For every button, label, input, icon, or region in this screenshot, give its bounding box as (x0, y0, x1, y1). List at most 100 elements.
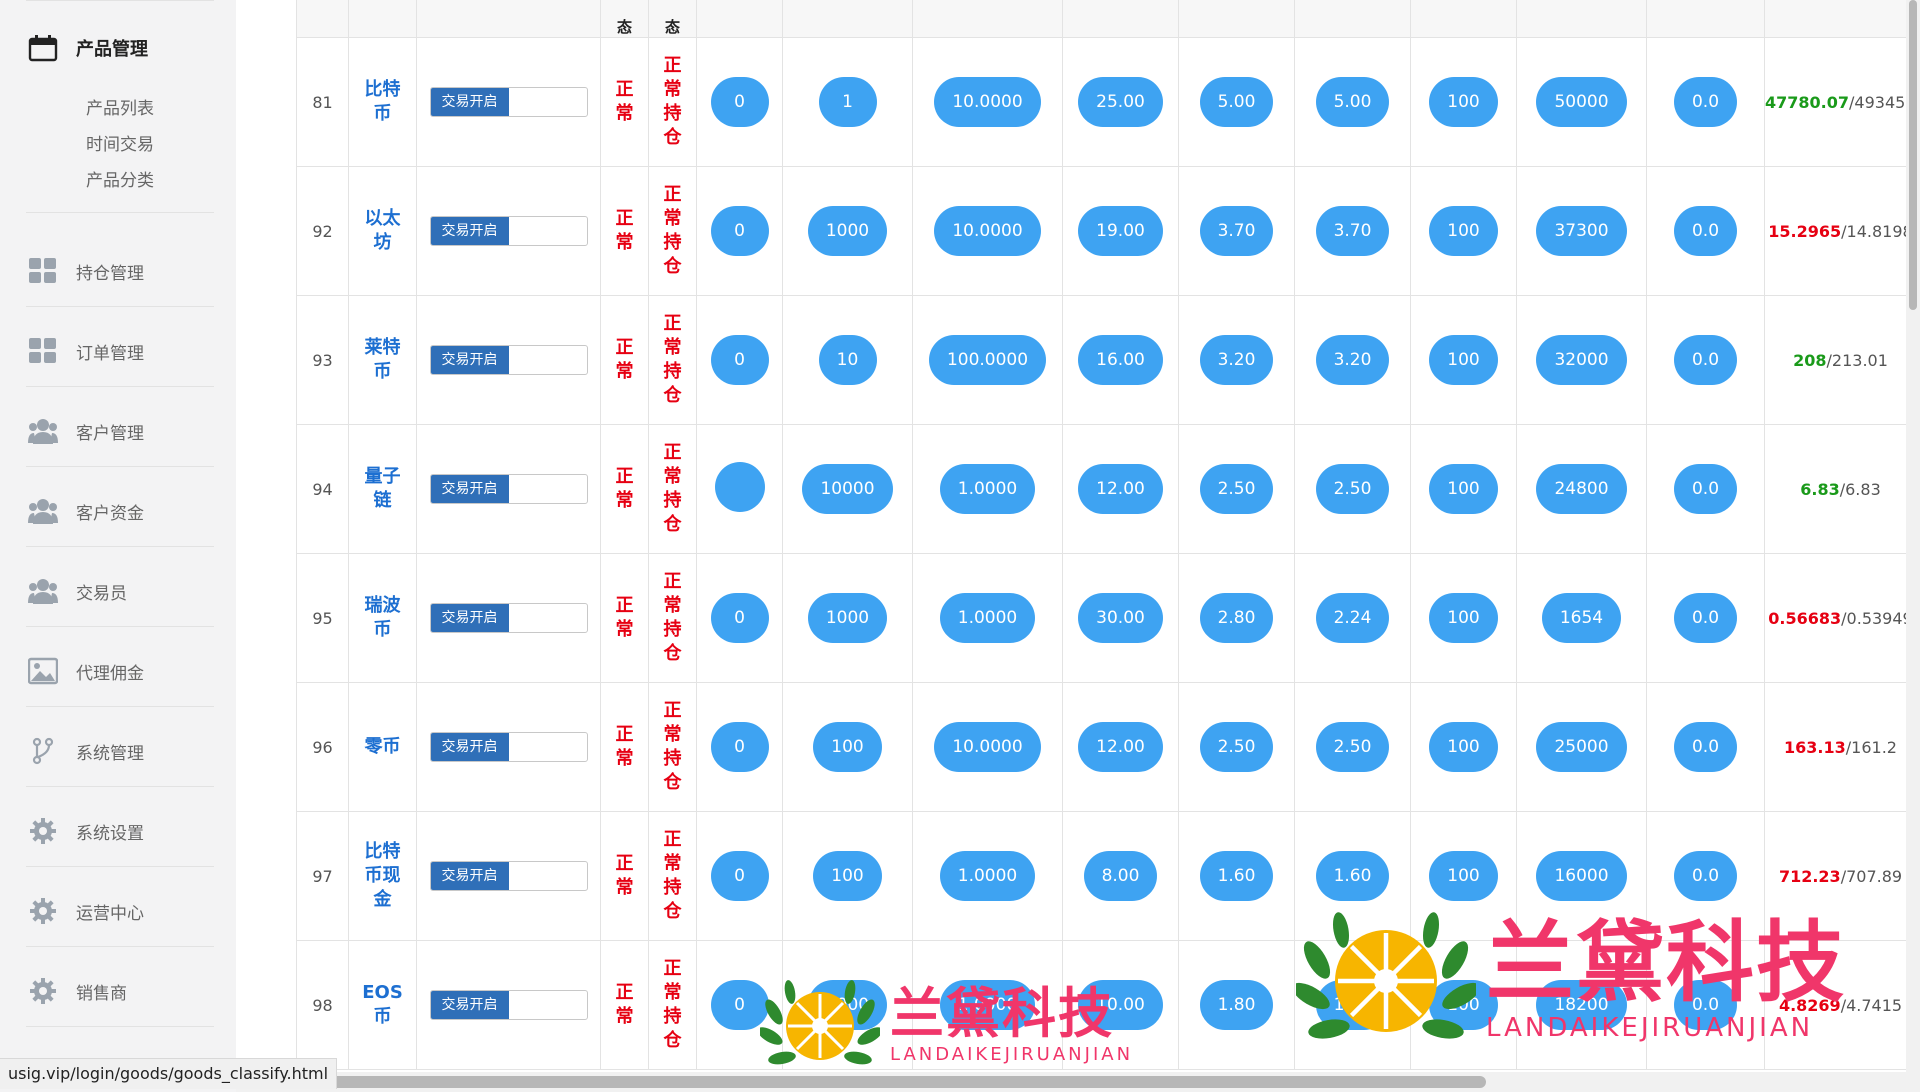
sidebar-item-sellers[interactable]: 销售商 (26, 966, 214, 1016)
product-name[interactable]: 零币 (361, 735, 405, 759)
value-pill[interactable]: 0 (710, 77, 769, 127)
value-pill[interactable]: 0 (710, 722, 769, 772)
product-name[interactable]: 比特币现金 (361, 840, 405, 912)
sidebar-item-system-settings[interactable]: 系统设置 (26, 806, 214, 856)
trade-toggle[interactable]: 交易开启 (429, 345, 588, 375)
value-pill[interactable]: 32000 (1536, 335, 1627, 385)
value-pill[interactable]: 16000 (1536, 851, 1627, 901)
value-pill[interactable]: 5.00 (1199, 77, 1274, 127)
value-pill[interactable]: 1.0000 (939, 464, 1036, 514)
value-pill[interactable]: 19.00 (1078, 206, 1163, 256)
value-pill[interactable]: 0.0 (1673, 851, 1738, 901)
product-name[interactable]: 瑞波币 (361, 594, 405, 642)
value-pill[interactable]: 1000 (807, 593, 888, 643)
value-pill[interactable]: 50000 (1536, 77, 1627, 127)
product-name[interactable]: 比特币 (361, 78, 405, 126)
sidebar-item-positions[interactable]: 持仓管理 (26, 246, 214, 296)
value-pill[interactable]: 100 (1429, 77, 1498, 127)
value-pill[interactable]: 3.20 (1315, 335, 1390, 385)
value-pill[interactable]: 100.0000 (928, 335, 1047, 385)
value-pill[interactable]: 2.24 (1315, 593, 1390, 643)
value-pill[interactable]: 2.50 (1199, 722, 1274, 772)
value-pill[interactable]: 0.0 (1673, 722, 1738, 772)
value-pill[interactable]: 0 (710, 593, 769, 643)
value-pill[interactable]: 0.0 (1673, 593, 1738, 643)
value-pill[interactable]: 100 (1429, 335, 1498, 385)
sidebar-item-agent-commission[interactable]: 代理佣金 (26, 646, 214, 696)
sub-item-time-trading[interactable]: 时间交易 (86, 130, 154, 155)
value-pill[interactable]: 100 (1429, 851, 1498, 901)
value-pill[interactable]: 100 (813, 722, 882, 772)
value-pill[interactable]: 100 (1429, 593, 1498, 643)
value-pill[interactable]: 1.60 (1315, 851, 1390, 901)
trade-toggle[interactable]: 交易开启 (429, 861, 588, 891)
trade-toggle[interactable]: 交易开启 (429, 603, 588, 633)
sub-item-product-category[interactable]: 产品分类 (86, 166, 154, 191)
value-pill[interactable]: 12.00 (1078, 464, 1163, 514)
value-pill[interactable]: 100 (1429, 722, 1498, 772)
value-pill[interactable]: 3.20 (1199, 335, 1274, 385)
sub-item-product-list[interactable]: 产品列表 (86, 94, 154, 119)
value-pill[interactable]: 25.00 (1078, 77, 1163, 127)
trade-toggle[interactable]: 交易开启 (429, 990, 588, 1020)
value-pill[interactable]: 1.80 (1199, 980, 1274, 1030)
value-pill[interactable]: 30.00 (1078, 593, 1163, 643)
trade-toggle[interactable]: 交易开启 (429, 87, 588, 117)
horizontal-scroll-thumb[interactable] (296, 1076, 1486, 1088)
value-pill[interactable]: 0 (710, 335, 769, 385)
value-pill[interactable] (714, 462, 765, 512)
value-pill[interactable]: 0.0 (1673, 77, 1738, 127)
product-name[interactable]: EOS币 (361, 981, 405, 1029)
sidebar-item-customer-funds[interactable]: 客户资金 (26, 486, 214, 536)
value-pill[interactable]: 3.70 (1315, 206, 1390, 256)
value-pill[interactable]: 0 (710, 206, 769, 256)
value-pill[interactable]: 10000 (802, 464, 893, 514)
value-pill[interactable]: 24800 (1536, 464, 1627, 514)
value-pill[interactable]: 100 (1429, 206, 1498, 256)
value-pill[interactable]: 10.0000 (934, 722, 1041, 772)
value-pill[interactable]: 10.0000 (934, 206, 1041, 256)
value-pill[interactable]: 0.0 (1673, 206, 1738, 256)
value-pill[interactable]: 100 (813, 851, 882, 901)
hold-cell: 正常持仓 (648, 295, 697, 425)
sidebar-item-traders[interactable]: 交易员 (26, 566, 214, 616)
value-pill[interactable]: 2.80 (1199, 593, 1274, 643)
value-pill[interactable]: 10 (818, 335, 877, 385)
value-pill[interactable]: 1000 (807, 206, 888, 256)
value-pill[interactable]: 25000 (1536, 722, 1627, 772)
vertical-scrollbar[interactable] (1906, 0, 1920, 1072)
table-row: 92 以太坊 交易开启 正常 正常持仓 0 1000 10.0000 19.00 3.70 3.70… (296, 166, 1906, 296)
value-pill[interactable]: 2.50 (1199, 464, 1274, 514)
value-pill[interactable]: 0.0 (1673, 335, 1738, 385)
value-pill[interactable]: 1.0000 (939, 593, 1036, 643)
value-pill[interactable]: 16.00 (1078, 335, 1163, 385)
value-pill[interactable]: 0 (710, 851, 769, 901)
sidebar-item-orders[interactable]: 订单管理 (26, 326, 214, 376)
value-pill[interactable]: 100 (1429, 464, 1498, 514)
sidebar-item-operations-center[interactable]: 运营中心 (26, 886, 214, 936)
trade-toggle[interactable]: 交易开启 (429, 474, 588, 504)
value-pill[interactable]: 1654 (1541, 593, 1622, 643)
value-pill[interactable]: 12.00 (1078, 722, 1163, 772)
product-name[interactable]: 以太坊 (361, 207, 405, 255)
value-pill[interactable]: 10.0000 (934, 77, 1041, 127)
value-pill[interactable]: 37300 (1536, 206, 1627, 256)
value-pill[interactable]: 1.0000 (939, 851, 1036, 901)
sidebar-item-customers[interactable]: 客户管理 (26, 406, 214, 456)
sidebar-item-system-admin[interactable]: 系统管理 (26, 726, 214, 776)
value-pill[interactable]: 3.70 (1199, 206, 1274, 256)
value-pill[interactable]: 8.00 (1083, 851, 1158, 901)
product-name[interactable]: 量子链 (361, 465, 405, 513)
value-pill[interactable]: 2.50 (1315, 464, 1390, 514)
value-pill[interactable]: 0.0 (1673, 464, 1738, 514)
vertical-scroll-thumb[interactable] (1909, 0, 1917, 310)
value-pill[interactable]: 5.00 (1315, 77, 1390, 127)
product-name[interactable]: 莱特币 (361, 336, 405, 384)
nav-header-product[interactable]: 产品管理 (26, 20, 214, 76)
trade-toggle[interactable]: 交易开启 (429, 732, 588, 762)
value-pill[interactable]: 1 (818, 77, 877, 127)
value-pill[interactable]: 2.50 (1315, 722, 1390, 772)
value-pill[interactable]: 1.60 (1199, 851, 1274, 901)
price-reference: /0.53949 (1841, 608, 1906, 628)
trade-toggle[interactable]: 交易开启 (429, 216, 588, 246)
